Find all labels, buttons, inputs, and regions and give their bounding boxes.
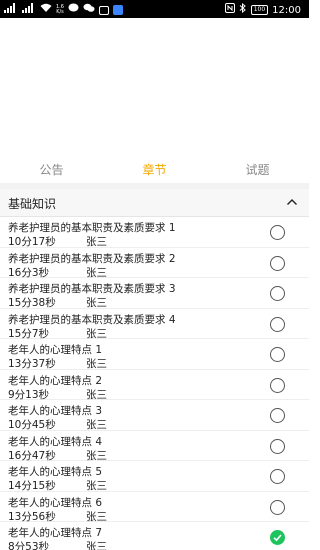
battery-indicator: 100 xyxy=(250,5,269,15)
status-left: 1.6 K/s xyxy=(4,3,123,17)
lesson-row[interactable]: 老年人的心理特点 3 10分45秒 张三 xyxy=(0,400,309,431)
lesson-duration: 8分53秒 xyxy=(8,541,50,550)
status-radio[interactable] xyxy=(270,499,285,515)
lesson-row[interactable]: 老年人的心理特点 2 9分13秒 张三 xyxy=(0,370,309,401)
status-radio[interactable] xyxy=(270,408,285,423)
lesson-title: 老年人的心理特点 7 xyxy=(8,527,103,539)
status-radio[interactable] xyxy=(270,469,285,484)
status-radio[interactable] xyxy=(270,347,285,362)
lesson-title: 养老护理员的基本职责及素质要求 1 xyxy=(8,222,176,234)
app-notification-icon xyxy=(112,5,123,15)
lesson-row[interactable]: 养老护理员的基本职责及素质要求 4 15分7秒 张三 xyxy=(0,309,309,340)
net-speed: 1.6 K/s xyxy=(56,5,64,15)
tab-announcement[interactable]: 公告 xyxy=(0,157,103,183)
lesson-title: 老年人的心理特点 4 xyxy=(8,435,103,448)
lesson-title: 老年人的心理特点 1 xyxy=(8,344,103,356)
tab-bar: 公告 章节 试题 xyxy=(0,157,309,183)
lesson-title: 老年人的心理特点 6 xyxy=(8,496,103,509)
lesson-title: 养老护理员的基本职责及素质要求 3 xyxy=(8,283,176,295)
lesson-row[interactable]: 老年人的心理特点 1 13分37秒 张三 xyxy=(0,339,309,370)
lesson-list: 养老护理员的基本职责及素质要求 1 10分17秒 张三 养老护理员的基本职责及素质要求… xyxy=(0,217,309,550)
tab-chapters[interactable]: 章节 xyxy=(103,157,206,183)
bluetooth-icon xyxy=(239,2,247,17)
message-icon xyxy=(68,3,79,17)
status-radio[interactable] xyxy=(270,225,285,240)
status-radio[interactable] xyxy=(270,255,285,271)
wifi-icon xyxy=(40,3,52,17)
lesson-row[interactable]: 养老护理员的基本职责及素质要求 1 10分17秒 张三 xyxy=(0,217,309,248)
lesson-row[interactable]: 养老护理员的基本职责及素质要求 2 16分3秒 张三 xyxy=(0,248,309,279)
lesson-author: 张三 xyxy=(86,541,107,550)
section-header[interactable]: 基础知识 xyxy=(0,189,309,217)
status-bar: 1.6 K/s 100 12:00 xyxy=(0,0,309,18)
status-radio[interactable] xyxy=(270,316,285,332)
lesson-row[interactable]: 养老护理员的基本职责及素质要求 3 15分38秒 张三 xyxy=(0,278,309,309)
tab-questions[interactable]: 试题 xyxy=(206,157,309,183)
status-radio[interactable] xyxy=(270,438,285,454)
lesson-row[interactable]: 老年人的心理特点 6 13分56秒 张三 xyxy=(0,492,309,523)
lesson-row[interactable]: 老年人的心理特点 4 16分47秒 张三 xyxy=(0,431,309,462)
lesson-title: 养老护理员的基本职责及素质要求 2 xyxy=(8,252,176,265)
wechat-icon xyxy=(83,3,95,17)
lesson-title: 老年人的心理特点 2 xyxy=(8,374,103,387)
signal-icon xyxy=(4,3,18,17)
completed-check-icon[interactable] xyxy=(270,530,285,545)
nfc-icon xyxy=(224,3,235,17)
status-radio[interactable] xyxy=(270,286,285,301)
lesson-title: 老年人的心理特点 5 xyxy=(8,466,103,478)
lesson-title: 老年人的心理特点 3 xyxy=(8,405,103,417)
lesson-title: 养老护理员的基本职责及素质要求 4 xyxy=(8,313,176,326)
notification-icon xyxy=(98,5,109,15)
signal-icon-2 xyxy=(22,3,36,17)
status-right: 100 12:00 xyxy=(224,2,301,17)
clock: 12:00 xyxy=(272,4,301,16)
net-speed-unit: K/s xyxy=(56,9,64,15)
section-title: 基础知识 xyxy=(8,197,57,211)
lesson-row[interactable]: 老年人的心理特点 7 8分53秒 张三 xyxy=(0,522,309,550)
status-radio[interactable] xyxy=(270,377,285,393)
chevron-up-icon[interactable] xyxy=(285,195,299,209)
lesson-row[interactable]: 老年人的心理特点 5 14分15秒 张三 xyxy=(0,461,309,492)
